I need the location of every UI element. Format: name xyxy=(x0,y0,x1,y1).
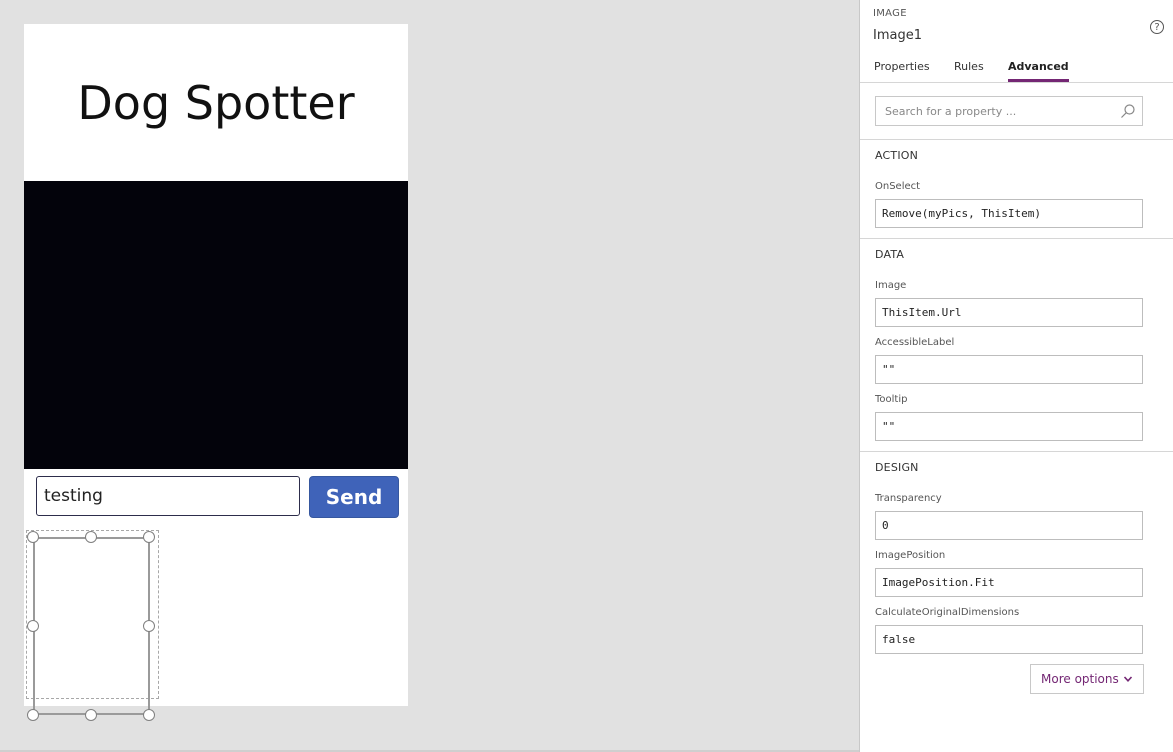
property-panel: IMAGE Image1 ? Properties Rules Advanced… xyxy=(859,0,1173,752)
resize-handle-middle-left[interactable] xyxy=(27,620,39,632)
property-search-input[interactable]: Search for a property ... xyxy=(875,96,1143,126)
resize-handle-bottom-left[interactable] xyxy=(27,709,39,721)
resize-handle-top-left[interactable] xyxy=(27,531,39,543)
resize-handle-middle-right[interactable] xyxy=(143,620,155,632)
help-icon[interactable]: ? xyxy=(1150,20,1164,34)
more-options-label: More options xyxy=(1041,672,1119,686)
accessiblelabel-field[interactable]: "" xyxy=(875,355,1143,384)
search-placeholder: Search for a property ... xyxy=(885,104,1017,118)
control-name[interactable]: Image1 xyxy=(873,28,922,43)
resize-handle-bottom-right[interactable] xyxy=(143,709,155,721)
tab-properties[interactable]: Properties xyxy=(874,60,930,80)
image-control-selected[interactable] xyxy=(33,537,150,715)
tooltip-label: Tooltip xyxy=(875,394,908,405)
tab-advanced[interactable]: Advanced xyxy=(1008,60,1069,82)
transparency-field[interactable]: 0 xyxy=(875,511,1143,540)
tooltip-field[interactable]: "" xyxy=(875,412,1143,441)
resize-handle-top-center[interactable] xyxy=(85,531,97,543)
control-type-label: IMAGE xyxy=(873,8,907,19)
calculateoriginaldimensions-label: CalculateOriginalDimensions xyxy=(875,607,1020,618)
section-data-title[interactable]: DATA xyxy=(875,248,904,261)
search-icon[interactable] xyxy=(1120,103,1136,119)
chevron-down-icon xyxy=(1123,676,1133,682)
onselect-label: OnSelect xyxy=(875,181,921,192)
tab-rules[interactable]: Rules xyxy=(954,60,984,80)
transparency-label: Transparency xyxy=(875,493,942,504)
imageposition-field[interactable]: ImagePosition.Fit xyxy=(875,568,1143,597)
calculateoriginaldimensions-field[interactable]: false xyxy=(875,625,1143,654)
panel-tabs: Properties Rules Advanced xyxy=(860,60,1173,82)
resize-handle-bottom-center[interactable] xyxy=(85,709,97,721)
imageposition-label: ImagePosition xyxy=(875,550,946,561)
send-button[interactable]: Send xyxy=(309,476,399,518)
section-divider xyxy=(860,238,1173,239)
accessiblelabel-label: AccessibleLabel xyxy=(875,337,955,348)
section-divider xyxy=(860,139,1173,140)
app-title[interactable]: Dog Spotter xyxy=(24,24,408,181)
camera-view[interactable] xyxy=(24,181,408,469)
onselect-field[interactable]: Remove(myPics, ThisItem) xyxy=(875,199,1143,228)
more-options-button[interactable]: More options xyxy=(1030,664,1144,694)
message-text-input[interactable]: testing xyxy=(36,476,300,516)
image-label: Image xyxy=(875,280,907,291)
resize-handle-top-right[interactable] xyxy=(143,531,155,543)
tabs-divider xyxy=(860,82,1173,83)
section-divider xyxy=(860,451,1173,452)
section-action-title[interactable]: ACTION xyxy=(875,149,918,162)
image-field[interactable]: ThisItem.Url xyxy=(875,298,1143,327)
section-design-title[interactable]: DESIGN xyxy=(875,461,919,474)
